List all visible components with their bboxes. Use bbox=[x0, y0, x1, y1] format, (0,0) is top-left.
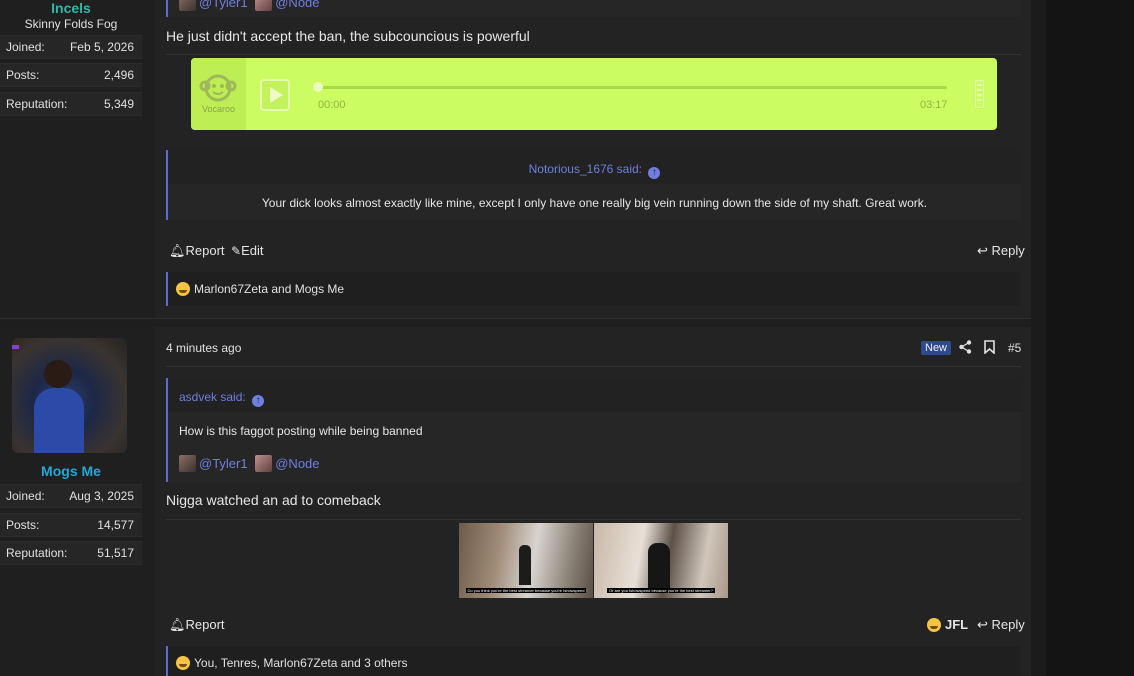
avatar[interactable] bbox=[255, 0, 273, 11]
vocaroo-logo-icon bbox=[199, 74, 237, 102]
attached-image[interactable]: Do you think you're the best streamer be… bbox=[459, 523, 593, 598]
quote-header[interactable]: asdvek said: ↑ bbox=[168, 378, 1021, 412]
duration: 03:17 bbox=[920, 99, 948, 111]
report-button[interactable]: 🔔︎Report bbox=[169, 617, 225, 633]
react-button[interactable]: JFL bbox=[927, 617, 968, 632]
reply-button[interactable]: ↩︎ Reply bbox=[977, 243, 1025, 259]
reactions-bar[interactable]: Marlon67Zeta and Mogs Me bbox=[166, 272, 1021, 306]
post-message: Nigga watched an ad to comeback bbox=[166, 492, 381, 508]
quote-mentions: @Tyler1 @Node bbox=[179, 455, 320, 472]
image-caption: Do you think you're the best streamer be… bbox=[465, 588, 587, 593]
reactions-text[interactable]: Marlon67Zeta and Mogs Me bbox=[194, 282, 344, 296]
avatar[interactable] bbox=[12, 338, 127, 453]
avatar[interactable] bbox=[179, 455, 196, 472]
quote-header[interactable]: Notorious_1676 said: ↑ bbox=[168, 150, 1021, 184]
quote-author[interactable]: Notorious_1676 said: bbox=[529, 162, 642, 176]
avatar[interactable] bbox=[179, 0, 196, 11]
stat-joined: Joined: Aug 3, 2025 bbox=[0, 484, 142, 508]
reply-icon: ↩︎ bbox=[977, 243, 988, 258]
mention-link[interactable]: @Node bbox=[275, 456, 319, 471]
post-2-user-sidebar: Mogs Me Joined: Aug 3, 2025 Posts: 14,577 … bbox=[0, 327, 155, 676]
post-1-user-sidebar: Incels Skinny Folds Fog Joined: Feb 5, 20… bbox=[0, 0, 155, 318]
post-1: Incels Skinny Folds Fog Joined: Feb 5, 20… bbox=[0, 0, 1031, 319]
divider bbox=[166, 519, 1021, 520]
play-button[interactable] bbox=[260, 79, 290, 111]
mention-link[interactable]: @Tyler1 bbox=[199, 456, 248, 471]
stat-reputation: Reputation: 51,517 bbox=[0, 541, 142, 565]
post-1-content: @Tyler1 @Node He just didn't accept the … bbox=[155, 0, 1031, 318]
play-icon bbox=[270, 87, 283, 103]
laughing-emoji-icon bbox=[927, 618, 941, 632]
post-2: Mogs Me Joined: Aug 3, 2025 Posts: 14,577 … bbox=[0, 327, 1031, 676]
bell-icon: 🔔︎ bbox=[169, 617, 186, 632]
quote-text: Your dick looks almost exactly like mine… bbox=[261, 196, 928, 210]
share-icon[interactable] bbox=[959, 340, 972, 354]
report-button[interactable]: 🔔︎Report bbox=[169, 243, 225, 259]
arrow-up-icon[interactable]: ↑ bbox=[648, 167, 661, 179]
post-time[interactable]: 4 minutes ago bbox=[166, 341, 241, 355]
pencil-icon: ✎ bbox=[231, 244, 242, 258]
user-title: Skinny Folds Fog bbox=[24, 17, 118, 31]
post-2-content: 4 minutes ago New #5 asdvek said: ↑ How bbox=[155, 327, 1031, 676]
divider bbox=[166, 54, 1021, 55]
status-indicator bbox=[12, 345, 19, 349]
post-number[interactable]: #5 bbox=[1008, 341, 1021, 355]
vocaroo-brand: Vocaroo bbox=[201, 104, 236, 114]
mention-link[interactable]: @Node bbox=[275, 0, 319, 10]
stat-posts: Posts: 2,496 bbox=[0, 63, 142, 87]
new-badge: New bbox=[921, 341, 952, 355]
vocaroo-logo[interactable]: Vocaroo bbox=[191, 58, 246, 130]
arrow-up-icon[interactable]: ↑ bbox=[252, 395, 265, 407]
avatar[interactable] bbox=[255, 455, 273, 472]
stat-reputation: Reputation: 5,349 bbox=[0, 92, 142, 116]
edit-button[interactable]: ✎Edit bbox=[231, 243, 263, 258]
quote-block: asdvek said: ↑ How is this faggot postin… bbox=[166, 378, 1021, 482]
thread-container: Incels Skinny Folds Fog Joined: Feb 5, 20… bbox=[0, 0, 1031, 676]
mention-link[interactable]: @Tyler1 bbox=[199, 0, 248, 10]
seek-bar[interactable] bbox=[313, 82, 947, 92]
laughing-emoji-icon bbox=[176, 656, 190, 670]
stat-posts: Posts: 14,577 bbox=[0, 513, 142, 537]
seek-handle[interactable] bbox=[313, 82, 323, 92]
quote-mentions-tail: @Tyler1 @Node bbox=[166, 0, 1021, 17]
page-right-background bbox=[1046, 0, 1134, 676]
reactions-text[interactable]: You, Tenres, Marlon67Zeta and 3 others bbox=[194, 656, 407, 670]
current-time: 00:00 bbox=[318, 99, 346, 111]
bell-icon: 🔔︎ bbox=[169, 243, 186, 258]
quote-block: Notorious_1676 said: ↑ Your dick looks a… bbox=[166, 150, 1021, 220]
image-caption: Or are you Ishowspeed because you're the… bbox=[607, 588, 715, 593]
reply-button[interactable]: ↩︎ Reply bbox=[977, 617, 1025, 633]
stat-joined: Joined: Feb 5, 2026 bbox=[0, 35, 142, 59]
vocaroo-player: Vocaroo 00:00 03:17 bbox=[191, 58, 997, 130]
attached-image[interactable]: Or are you Ishowspeed because you're the… bbox=[594, 523, 728, 598]
quote-text: How is this faggot posting while being b… bbox=[179, 424, 423, 438]
quote-author[interactable]: asdvek said: bbox=[179, 390, 246, 404]
username[interactable]: Incels bbox=[0, 0, 142, 16]
volume-icon[interactable] bbox=[975, 80, 984, 108]
laughing-emoji-icon bbox=[176, 282, 190, 296]
divider bbox=[166, 366, 1021, 367]
username[interactable]: Mogs Me bbox=[0, 463, 142, 479]
reply-icon: ↩︎ bbox=[977, 617, 988, 632]
post-message: He just didn't accept the ban, the subco… bbox=[166, 28, 530, 44]
reactions-bar[interactable]: You, Tenres, Marlon67Zeta and 3 others bbox=[166, 646, 1021, 676]
bookmark-icon[interactable] bbox=[984, 340, 995, 354]
